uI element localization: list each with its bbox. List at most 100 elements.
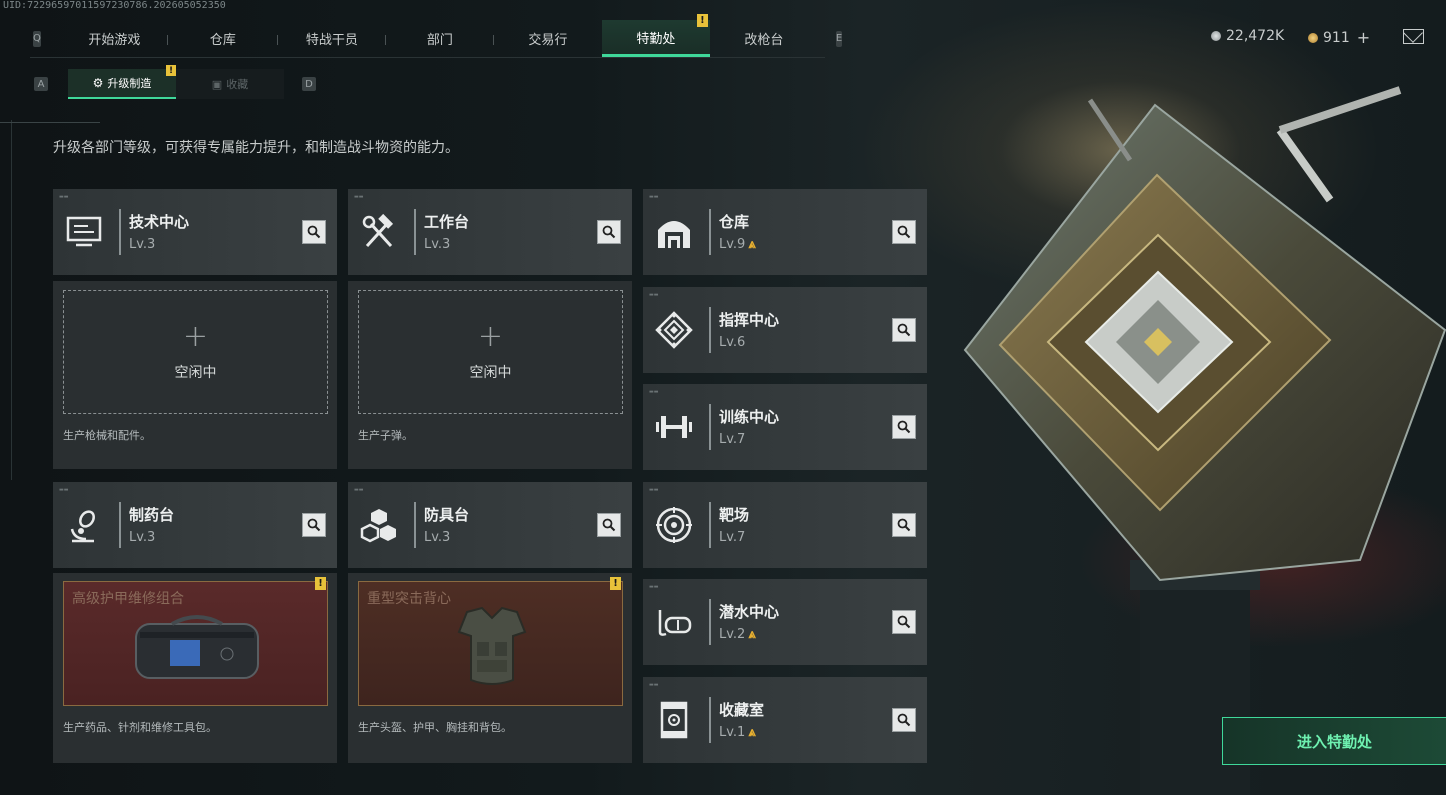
mail-icon[interactable] <box>1403 29 1424 44</box>
idle-slot[interactable]: + 空闲中 <box>358 290 623 414</box>
divider <box>709 209 711 255</box>
wrench-gear-icon: ⚙ <box>92 76 104 90</box>
computer-icon <box>61 209 107 255</box>
dept-card-workbench[interactable]: ▬▬ 工作台 Lv.3 <box>348 189 632 275</box>
dept-name: 指挥中心 <box>719 311 780 329</box>
search-icon[interactable] <box>597 513 621 537</box>
dept-card-warehouse[interactable]: ▬▬ 仓库 Lv.9 ⩓ <box>643 189 927 275</box>
alert-badge: ! <box>315 577 326 590</box>
divider <box>709 307 711 353</box>
silver-amount: 22,472K <box>1226 28 1285 44</box>
add-gold-button[interactable]: + <box>1357 28 1370 47</box>
search-icon[interactable] <box>892 708 916 732</box>
card-corner-mark: ▬▬ <box>354 194 364 200</box>
divider <box>414 502 416 548</box>
upgrade-available-icon: ⩓ <box>748 725 756 740</box>
gold-amount: 911 <box>1323 29 1350 46</box>
dept-level-row: Lv.2 ⩓ <box>719 627 756 642</box>
dept-card-armor[interactable]: ▬▬ 防具台 Lv.3 <box>348 482 632 568</box>
key-hint-e: E <box>835 30 843 47</box>
alert-badge: ! <box>166 65 176 76</box>
search-icon[interactable] <box>892 513 916 537</box>
production-panel-pharmacy: 高级护甲维修组合 ! 生产药品、针剂和维修工具包。 <box>53 573 337 763</box>
plus-icon: + <box>182 319 209 354</box>
tab-special-ops[interactable]: 特勤处 ! <box>601 14 710 57</box>
dept-level: Lv.3 <box>424 237 451 252</box>
page-description: 升级各部门等级，可获得专属能力提升，和制造战斗物资的能力。 <box>53 140 459 156</box>
product-name: 高级护甲维修组合 <box>72 591 184 607</box>
search-icon[interactable] <box>892 610 916 634</box>
tab-start-game[interactable]: 开始游戏 <box>61 20 168 57</box>
dept-level: Lv.3 <box>129 237 156 252</box>
dept-card-collection[interactable]: ▬▬ 收藏室 Lv.1 ⩓ <box>643 677 927 763</box>
panel-description: 生产枪械和配件。 <box>63 429 151 442</box>
dept-name: 收藏室 <box>719 701 765 719</box>
dept-level: Lv.9 <box>719 237 746 252</box>
idle-label: 空闲中 <box>174 365 217 381</box>
dept-name: 工作台 <box>424 213 470 231</box>
card-corner-mark: ▬▬ <box>649 584 659 590</box>
target-icon <box>651 502 697 548</box>
dept-level: Lv.3 <box>129 530 156 545</box>
dept-card-diving[interactable]: ▬▬ 潜水中心 Lv.2 ⩓ <box>643 579 927 665</box>
top-nav: Q 开始游戏 仓库 特战干员 部门 交易行 特勤处 ! 改枪台 E <box>30 14 843 58</box>
tab-trading[interactable]: 交易行 <box>494 20 602 57</box>
panel-description: 生产药品、针剂和维修工具包。 <box>63 721 217 734</box>
decor-line <box>0 122 100 123</box>
plus-icon: + <box>477 319 504 354</box>
sub-nav: A ⚙ 升级制造 ! ▣ 收藏 D <box>34 65 316 99</box>
tab-departments[interactable]: 部门 <box>386 20 494 57</box>
tab-upgrade-manufacture[interactable]: ⚙ 升级制造 ! <box>68 65 176 99</box>
dept-name: 训练中心 <box>719 408 780 426</box>
tab-collection[interactable]: ▣ 收藏 <box>176 69 284 99</box>
dept-card-pharmacy[interactable]: ▬▬ 制药台 Lv.3 <box>53 482 337 568</box>
dept-name: 潜水中心 <box>719 603 780 621</box>
tab-gunsmith[interactable]: 改枪台 <box>710 20 818 57</box>
dept-name: 防具台 <box>424 506 470 524</box>
alert-badge: ! <box>610 577 621 590</box>
dept-level: Lv.7 <box>719 432 746 447</box>
divider <box>709 599 711 645</box>
search-icon[interactable] <box>892 415 916 439</box>
silver-coin-icon <box>1211 31 1221 41</box>
product-slot[interactable]: 高级护甲维修组合 ! <box>63 577 328 706</box>
idle-slot[interactable]: + 空闲中 <box>63 290 328 414</box>
gold-currency: 911 + <box>1308 28 1370 47</box>
card-corner-mark: ▬▬ <box>649 487 659 493</box>
search-icon[interactable] <box>597 220 621 244</box>
hammer-wrench-icon <box>356 209 402 255</box>
uid-label: UID:72296597011597230786.202605052350 <box>3 0 226 11</box>
search-icon[interactable] <box>302 513 326 537</box>
divider <box>709 697 711 743</box>
enter-special-ops-button[interactable]: 进入特勤处 <box>1222 717 1446 765</box>
dept-name: 仓库 <box>719 213 750 231</box>
search-icon[interactable] <box>892 318 916 342</box>
dept-level: Lv.2 <box>719 627 746 642</box>
product-slot[interactable]: 重型突击背心 ! <box>358 577 623 706</box>
tab-warehouse[interactable]: 仓库 <box>168 20 278 57</box>
search-icon[interactable] <box>302 220 326 244</box>
diving-mask-icon <box>651 599 697 645</box>
dept-level: Lv.1 <box>719 725 746 740</box>
dept-level: Lv.6 <box>719 335 746 350</box>
divider <box>119 502 121 548</box>
dept-card-range[interactable]: ▬▬ 靶场 Lv.7 <box>643 482 927 568</box>
silver-currency: 22,472K <box>1211 28 1284 44</box>
repair-kit-bag-image <box>135 615 259 679</box>
tab-upgrade-manufacture-label: 升级制造 <box>107 77 152 90</box>
key-hint-a: A <box>34 77 48 91</box>
microscope-icon <box>61 502 107 548</box>
upgrade-available-icon: ⩓ <box>748 237 756 252</box>
tab-operators[interactable]: 特战干员 <box>278 20 386 57</box>
search-icon[interactable] <box>892 220 916 244</box>
divider <box>709 404 711 450</box>
collection-icon: ▣ <box>211 77 223 91</box>
card-corner-mark: ▬▬ <box>354 487 364 493</box>
dept-card-tech[interactable]: ▬▬ 技术中心 Lv.3 <box>53 189 337 275</box>
dept-card-training[interactable]: ▬▬ 训练中心 Lv.7 <box>643 384 927 470</box>
dept-card-command[interactable]: ▬▬ 指挥中心 Lv.6 <box>643 287 927 373</box>
idle-label: 空闲中 <box>469 365 512 381</box>
dept-name: 技术中心 <box>129 213 190 231</box>
divider <box>414 209 416 255</box>
warehouse-icon <box>651 209 697 255</box>
